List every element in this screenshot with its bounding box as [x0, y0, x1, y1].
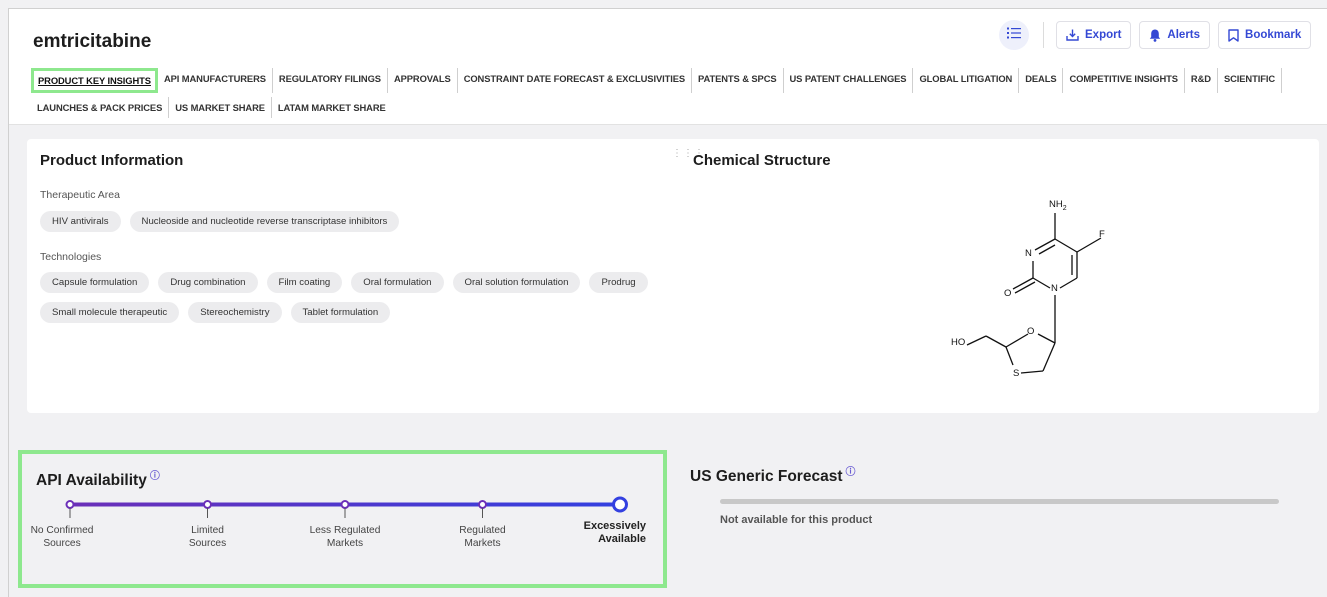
chemical-structure-drawing: NH2 F N N O O HO S [903, 193, 1105, 403]
toolbar-divider [1043, 22, 1044, 48]
atom-fluorine: F [1099, 229, 1105, 240]
technology-chip[interactable]: Tablet formulation [290, 302, 391, 323]
scale-label-line: Sources [43, 538, 81, 549]
alerts-button[interactable]: Alerts [1139, 21, 1211, 49]
technology-chip[interactable]: Prodrug [589, 272, 648, 293]
scale-point [203, 500, 212, 509]
scale-point [65, 500, 75, 509]
bookmark-label: Bookmark [1245, 29, 1302, 41]
tab-r-and-d[interactable]: R&D [1185, 68, 1218, 93]
scale-point [478, 500, 487, 509]
atom-nitrogen-3: N [1025, 248, 1032, 259]
tab-latam-market-share[interactable]: LATAM MARKET SHARE [272, 97, 392, 118]
forecast-placeholder-bar [720, 499, 1279, 504]
api-availability-title: API Availability ⓘ [36, 471, 160, 490]
tab-us-patent-challenges[interactable]: US PATENT CHALLENGES [784, 68, 914, 93]
atom-nitrogen-1: N [1051, 283, 1058, 294]
tab-us-market-share[interactable]: US MARKET SHARE [169, 97, 272, 118]
scale-label: Limited Sources [160, 524, 256, 550]
scale-label-line: Excessively [583, 520, 646, 532]
section-tabs: PRODUCT KEY INSIGHTS API MANUFACTURERS R… [31, 68, 1321, 118]
scale-label-line: No Confirmed [30, 525, 94, 536]
bookmark-icon [1228, 28, 1239, 42]
header-toolbar: Export Alerts Bookmark [999, 20, 1319, 50]
technologies-chips: Capsule formulation Drug combination Fil… [40, 272, 680, 323]
technology-chip[interactable]: Oral formulation [351, 272, 444, 293]
export-button[interactable]: Export [1056, 21, 1132, 49]
atom-nh2: NH2 [1049, 199, 1067, 212]
tab-global-litigation[interactable]: GLOBAL LITIGATION [913, 68, 1020, 93]
scale-label-line: Limited [191, 525, 224, 536]
tab-scientific[interactable]: SCIENTIFIC [1218, 68, 1283, 93]
tab-competitive-insights[interactable]: COMPETITIVE INSIGHTS [1063, 68, 1185, 93]
scale-label: No Confirmed Sources [14, 524, 110, 550]
technology-chip[interactable]: Stereochemistry [188, 302, 282, 323]
therapeutic-area-chip[interactable]: HIV antivirals [40, 211, 121, 232]
technology-chip[interactable]: Capsule formulation [40, 272, 150, 293]
molecule-bonds [966, 213, 1102, 374]
technology-chip[interactable]: Film coating [266, 272, 343, 293]
tab-launches-pack-prices[interactable]: LAUNCHES & PACK PRICES [31, 97, 170, 118]
export-icon [1066, 29, 1079, 41]
tab-regulatory-filings[interactable]: REGULATORY FILINGS [273, 68, 388, 93]
bell-icon [1149, 29, 1161, 42]
scale-label-line: Markets [326, 538, 364, 549]
product-title: emtricitabine [33, 31, 152, 52]
bookmark-button[interactable]: Bookmark [1218, 21, 1312, 49]
scale-label: Regulated Markets [435, 524, 531, 550]
tab-api-manufacturers[interactable]: API MANUFACTURERS [158, 68, 273, 93]
chemical-structure-title: Chemical Structure [693, 152, 831, 169]
product-header: emtricitabine Export Alerts Bookmark PRO… [9, 9, 1327, 125]
technologies-label: Technologies [40, 251, 102, 263]
api-availability-scale [65, 496, 628, 518]
scale-label-line: Sources [188, 538, 227, 549]
api-availability-panel: API Availability ⓘ No Confirmed Sources Lim… [18, 450, 667, 588]
forecast-unavailable-message: Not available for this product [720, 514, 873, 526]
info-icon[interactable]: ⓘ [150, 471, 160, 482]
scale-label-line: Less Regulated [309, 525, 381, 536]
therapeutic-area-label: Therapeutic Area [40, 189, 120, 201]
atom-oxygen-carbonyl: O [1004, 288, 1012, 299]
therapeutic-area-chips: HIV antivirals Nucleoside and nucleotide… [40, 211, 680, 232]
info-icon[interactable]: ⓘ [845, 467, 855, 478]
list-view-button[interactable] [999, 20, 1029, 50]
tab-product-key-insights[interactable]: PRODUCT KEY INSIGHTS [31, 68, 158, 93]
therapeutic-area-chip[interactable]: Nucleoside and nucleotide reverse transc… [129, 211, 400, 232]
tab-constraint-date-forecast[interactable]: CONSTRAINT DATE FORECAST & EXCLUSIVITIES [458, 68, 693, 93]
technology-chip[interactable]: Small molecule therapeutic [40, 302, 180, 323]
product-information-title: Product Information [40, 152, 184, 169]
list-icon [1007, 26, 1021, 44]
technology-chip[interactable]: Oral solution formulation [452, 272, 581, 293]
product-info-card: Product Information Therapeutic Area HIV… [27, 139, 1319, 413]
scale-label-line: Markets [464, 538, 501, 549]
scale-point-current [612, 496, 628, 513]
tab-patents-spcs[interactable]: PATENTS & SPCS [692, 68, 784, 93]
tab-approvals[interactable]: APPROVALS [388, 68, 458, 93]
alerts-label: Alerts [1167, 29, 1201, 41]
atom-hydroxyl: HO [951, 337, 966, 348]
technology-chip[interactable]: Drug combination [158, 272, 258, 293]
atom-sulfur: S [1013, 368, 1020, 379]
tab-deals[interactable]: DEALS [1019, 68, 1064, 93]
scale-label: Less Regulated Markets [297, 524, 393, 550]
export-label: Export [1085, 29, 1122, 41]
atom-oxygen-ring: O [1027, 326, 1035, 337]
scale-point [340, 500, 350, 509]
scale-label: Excessively Available [550, 520, 646, 546]
us-generic-forecast-title: US Generic Forecast ⓘ [690, 467, 856, 486]
scale-label-line: Regulated [459, 525, 506, 536]
scale-label-line: Available [598, 533, 646, 545]
